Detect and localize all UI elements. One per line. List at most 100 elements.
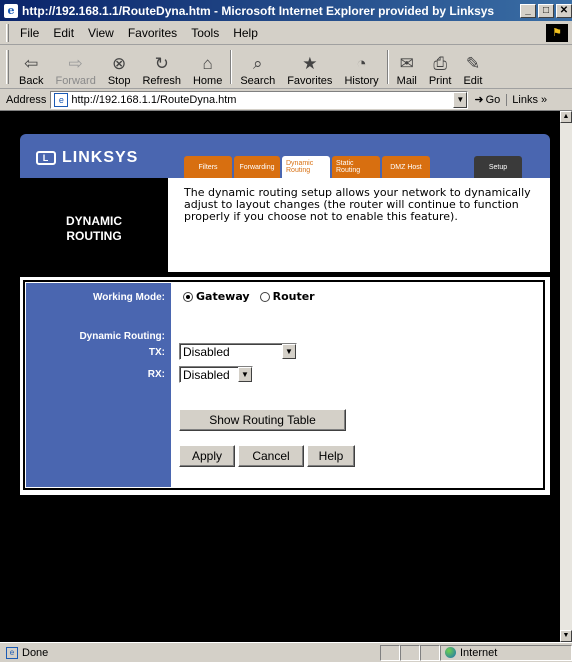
- rx-label: RX:: [147, 369, 165, 380]
- menu-favorites[interactable]: Favorites: [121, 26, 184, 40]
- working-mode-group: Gateway Router: [183, 290, 315, 303]
- menu-grip: [6, 23, 9, 42]
- linksys-mark-icon: L: [36, 151, 56, 165]
- status-cell: [400, 644, 420, 661]
- go-arrow-icon: ➜: [474, 94, 484, 106]
- page-icon: e: [54, 92, 69, 107]
- tab-filters[interactable]: Filters: [184, 156, 232, 178]
- settings-panel: Working Mode: Dynamic Routing: TX: RX: G…: [20, 277, 550, 495]
- back-arrow-icon: ⇦: [24, 53, 39, 73]
- settings-labels: Working Mode: Dynamic Routing: TX: RX:: [26, 283, 171, 487]
- brand-name: LINKSYS: [62, 149, 139, 166]
- section-intro: DYNAMIC ROUTING The dynamic routing setup…: [20, 178, 550, 272]
- tab-static-routing[interactable]: Static Routing: [332, 156, 380, 178]
- router-radio[interactable]: [259, 291, 270, 302]
- router-label: Router: [272, 290, 315, 303]
- history-button[interactable]: ◔ History: [338, 47, 384, 87]
- edit-icon: ✎: [465, 53, 481, 73]
- search-button[interactable]: ⌕ Search: [234, 47, 281, 87]
- page-viewport: L LINKSYS Filters Forwarding Dynamic Rou…: [0, 111, 560, 642]
- history-icon: ◔: [356, 53, 367, 73]
- router-header: L LINKSYS Filters Forwarding Dynamic Rou…: [20, 134, 550, 178]
- gateway-radio[interactable]: [183, 291, 193, 302]
- home-button[interactable]: ⌂ Home: [187, 47, 228, 87]
- menu-file[interactable]: File: [13, 26, 46, 40]
- standard-toolbar: ⇦ Back ⇨ Forward ⊗ Stop ↻ Refresh ⌂ Home ⌕ Sea…: [0, 45, 572, 89]
- settings-controls: Gateway Router Disabled ▼ Disabled ▼ Sho…: [171, 283, 543, 487]
- print-icon: ⎙: [433, 53, 447, 73]
- status-cell: [420, 644, 440, 661]
- stop-button[interactable]: ⊗ Stop: [102, 47, 137, 87]
- status-text-area: e Done: [0, 646, 380, 659]
- address-label: Address: [6, 93, 47, 106]
- cancel-button[interactable]: Cancel: [238, 445, 304, 467]
- router-tabs: Filters Forwarding Dynamic Routing Stati…: [184, 156, 522, 178]
- mail-icon: ✉: [399, 53, 414, 73]
- address-input[interactable]: e http://192.168.1.1/RouteDyna.htm ▼: [50, 90, 469, 109]
- close-button[interactable]: ✕: [556, 3, 572, 18]
- back-button[interactable]: ⇦ Back: [13, 47, 49, 87]
- help-button[interactable]: Help: [307, 445, 355, 467]
- scroll-up-icon[interactable]: ▲: [560, 111, 572, 123]
- tx-label: TX:: [148, 347, 165, 358]
- settings-frame: Working Mode: Dynamic Routing: TX: RX: G…: [23, 280, 545, 490]
- stop-icon: ⊗: [112, 53, 127, 73]
- linksys-logo: L LINKSYS: [36, 149, 138, 167]
- favorites-icon: ★: [302, 53, 318, 73]
- tab-setup[interactable]: Setup: [474, 156, 522, 178]
- tab-dmz-host[interactable]: DMZ Host: [382, 156, 430, 178]
- address-dropdown-icon[interactable]: ▼: [453, 91, 468, 108]
- address-bar: Address e http://192.168.1.1/RouteDyna.h…: [0, 89, 572, 111]
- windows-logo-icon: ⚑: [546, 23, 568, 42]
- internet-explorer-icon: e: [4, 3, 18, 18]
- chevron-down-icon: ▼: [238, 367, 252, 382]
- toolbar-separator: [230, 49, 233, 84]
- toolbar-grip: [6, 49, 9, 84]
- menu-help[interactable]: Help: [226, 26, 265, 40]
- refresh-button[interactable]: ↻ Refresh: [136, 47, 187, 87]
- tab-dynamic-routing[interactable]: Dynamic Routing: [282, 156, 330, 178]
- home-icon: ⌂: [202, 53, 213, 73]
- toolbar-separator: [386, 49, 389, 84]
- search-icon: ⌕: [252, 53, 263, 73]
- menu-edit[interactable]: Edit: [46, 26, 81, 40]
- gateway-label: Gateway: [196, 290, 250, 303]
- mail-button[interactable]: ✉ Mail: [391, 47, 423, 87]
- minimize-button[interactable]: _: [520, 3, 536, 18]
- page-status-icon: e: [6, 646, 18, 659]
- dynamic-routing-label: Dynamic Routing:: [79, 331, 165, 342]
- window-title: http://192.168.1.1/RouteDyna.htm - Micro…: [22, 3, 495, 18]
- globe-icon: [445, 647, 456, 658]
- tx-select[interactable]: Disabled ▼: [179, 343, 297, 360]
- refresh-icon: ↻: [154, 53, 169, 73]
- tab-forwarding[interactable]: Forwarding: [234, 156, 280, 178]
- scroll-down-icon[interactable]: ▼: [560, 630, 572, 642]
- section-description: The dynamic routing setup allows your ne…: [184, 186, 531, 223]
- tab-gap: [432, 156, 472, 178]
- status-text: Done: [22, 646, 49, 659]
- favorites-button[interactable]: ★ Favorites: [281, 47, 338, 87]
- address-value: http://192.168.1.1/RouteDyna.htm: [71, 93, 237, 106]
- security-zone: Internet: [440, 644, 572, 661]
- working-mode-label: Working Mode:: [92, 292, 165, 303]
- links-button[interactable]: Links »: [506, 93, 547, 106]
- maximize-button[interactable]: □: [538, 3, 554, 18]
- go-button[interactable]: ➜ Go: [468, 93, 506, 107]
- menu-bar: File Edit View Favorites Tools Help ⚑: [0, 21, 572, 45]
- status-bar: e Done Internet: [0, 642, 572, 662]
- edit-button[interactable]: ✎ Edit: [457, 47, 488, 87]
- forward-button[interactable]: ⇨ Forward: [49, 47, 101, 87]
- print-button[interactable]: ⎙ Print: [423, 47, 458, 87]
- chevron-down-icon: ▼: [282, 344, 296, 359]
- menu-tools[interactable]: Tools: [184, 26, 226, 40]
- status-cell: [380, 644, 400, 661]
- title-bar: e http://192.168.1.1/RouteDyna.htm - Mic…: [0, 0, 572, 21]
- show-routing-table-button[interactable]: Show Routing Table: [179, 409, 346, 431]
- menu-view[interactable]: View: [81, 26, 121, 40]
- forward-arrow-icon: ⇨: [68, 53, 83, 73]
- zone-label: Internet: [460, 646, 498, 659]
- apply-button[interactable]: Apply: [179, 445, 235, 467]
- section-title: DYNAMIC ROUTING: [20, 178, 168, 272]
- vertical-scrollbar[interactable]: ▲ ▼: [560, 111, 572, 642]
- rx-select[interactable]: Disabled ▼: [179, 366, 253, 383]
